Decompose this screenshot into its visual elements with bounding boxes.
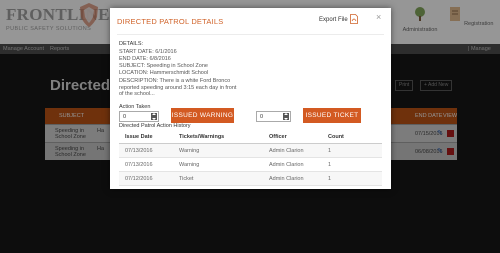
history-type: Warning	[179, 148, 200, 154]
stepper-arrows-icon[interactable]	[283, 113, 289, 120]
history-issue-date: 07/13/2016	[125, 162, 153, 168]
history-officer: Admin Clarion	[269, 148, 304, 154]
warning-count-value: 0	[123, 114, 127, 120]
history-col-issue-date: Issue Date	[125, 134, 153, 140]
start-date: START DATE: 6/1/2016	[119, 49, 177, 55]
stepper-arrows-icon[interactable]	[151, 113, 157, 120]
close-icon[interactable]: ×	[376, 12, 381, 22]
history-issue-date: 07/12/2016	[125, 176, 153, 182]
table-row: 07/13/2016 Warning Admin Clarion 1	[119, 158, 382, 172]
history-col-count: Count	[328, 134, 344, 140]
history-col-type: Tickets/Warnings	[179, 134, 225, 140]
table-row: 07/13/2016 Warning Admin Clarion 1	[119, 144, 382, 158]
ticket-count-stepper[interactable]: 0	[256, 111, 291, 122]
subject: SUBJECT: Speeding in School Zone	[119, 63, 208, 69]
history-label: Directed Patrol Action History	[119, 123, 191, 129]
history-header: Issue Date Tickets/Warnings Officer Coun…	[119, 130, 382, 144]
history-issue-date: 07/13/2016	[125, 148, 153, 154]
issued-ticket-button[interactable]: ISSUED TICKET	[303, 108, 361, 123]
modal-title: DIRECTED PATROL DETAILS	[117, 17, 224, 26]
history-type: Ticket	[179, 176, 194, 182]
description: DESCRIPTION: There is a white Ford Bronc…	[119, 78, 237, 97]
issued-warning-button[interactable]: ISSUED WARNING	[171, 108, 234, 123]
history-count: 1	[328, 176, 332, 182]
history-type: Warning	[179, 162, 200, 168]
patrol-details-modal: DIRECTED PATROL DETAILS Export File × DE…	[110, 8, 391, 189]
history-officer: Admin Clarion	[269, 176, 304, 182]
history-officer: Admin Clarion	[269, 162, 304, 168]
export-file-link[interactable]: Export File	[319, 17, 348, 23]
location: LOCATION: Hammerschmidt School	[119, 70, 209, 76]
history-count: 1	[328, 148, 332, 154]
action-taken-label: Action Taken	[119, 104, 151, 110]
history-count: 1	[328, 162, 332, 168]
warning-count-stepper[interactable]: 0	[119, 111, 159, 122]
history-col-officer: Officer	[269, 134, 287, 140]
end-date: END DATE: 6/8/2016	[119, 56, 171, 62]
details-label: DETAILS:	[119, 41, 144, 47]
ticket-count-value: 0	[260, 114, 264, 120]
pdf-icon[interactable]	[350, 14, 358, 24]
table-row: 07/12/2016 Ticket Admin Clarion 1	[119, 172, 382, 186]
history-table: Issue Date Tickets/Warnings Officer Coun…	[119, 130, 382, 186]
divider	[117, 34, 384, 35]
